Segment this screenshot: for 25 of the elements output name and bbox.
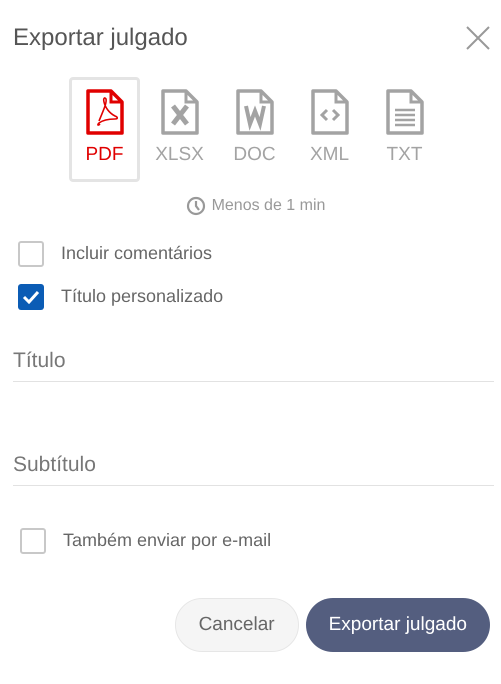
time-estimate: Menos de 1 min [212, 196, 326, 216]
dialog-title: Exportar julgado [13, 23, 188, 53]
cancel-button[interactable]: Cancelar [174, 598, 299, 652]
text-field[interactable]: Subtítulo [13, 444, 494, 486]
file-icon [234, 89, 274, 136]
checkbox[interactable] [18, 284, 44, 310]
clock-icon [186, 196, 206, 216]
file-icon [310, 89, 350, 136]
format-option[interactable]: XLSX [144, 77, 215, 182]
file-icon [384, 89, 424, 136]
file-icon [160, 89, 200, 136]
format-option[interactable]: TXT [369, 77, 440, 182]
checkbox-label: Incluir comentários [61, 242, 212, 265]
checkbox[interactable] [20, 528, 46, 554]
checkmark-icon [22, 290, 40, 304]
export-button[interactable]: Exportar julgado [306, 598, 490, 652]
format-option[interactable]: DOC [219, 77, 290, 182]
checkbox-label: Título personalizado [61, 285, 224, 308]
file-icon [84, 89, 124, 136]
format-option[interactable]: PDF [69, 77, 140, 182]
checkbox[interactable] [18, 240, 44, 266]
checkbox-label: Também enviar por e-mail [63, 529, 272, 552]
text-field[interactable]: Título [13, 340, 494, 382]
format-option[interactable]: XML [294, 77, 365, 182]
close-button[interactable] [465, 25, 491, 51]
